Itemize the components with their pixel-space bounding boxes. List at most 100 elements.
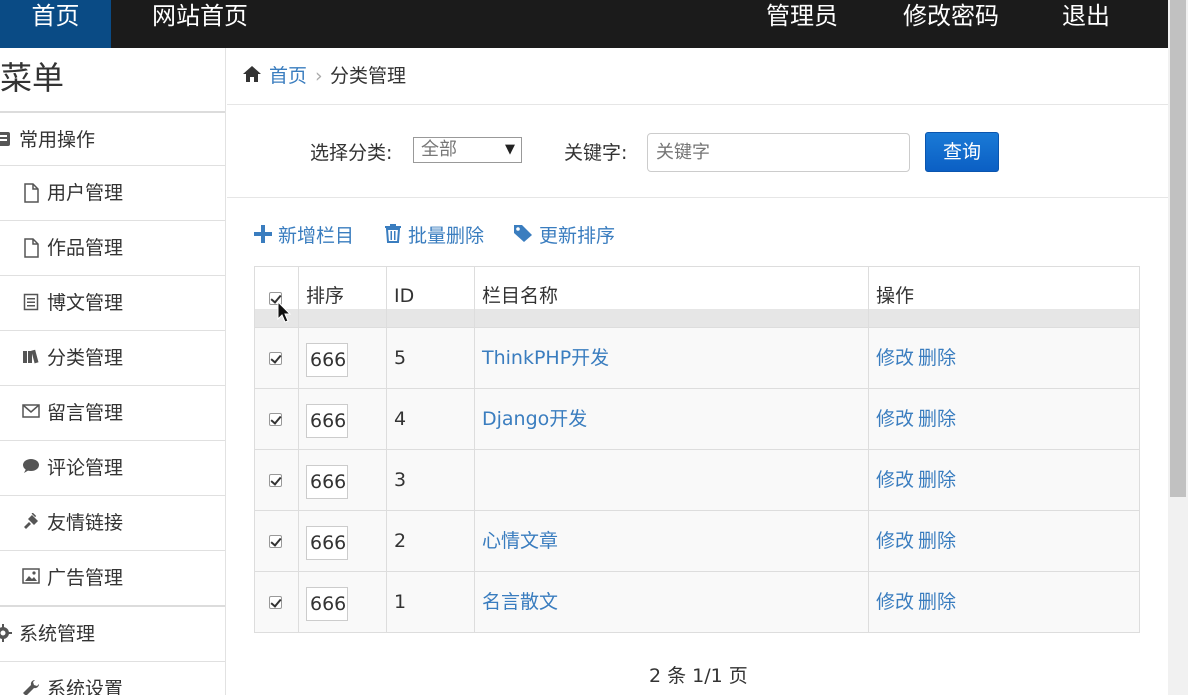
sidebar-item-comments[interactable]: 评论管理: [0, 440, 225, 495]
sort-cell: 666: [299, 328, 387, 388]
breadcrumb-current: 分类管理: [330, 65, 407, 87]
nav-home[interactable]: 首页: [0, 0, 111, 48]
edit-link[interactable]: 修改: [876, 347, 914, 369]
batch-delete-label: 批量删除: [408, 225, 485, 247]
sort-input[interactable]: 666: [306, 404, 348, 438]
page-scrollbar[interactable]: [1168, 0, 1188, 695]
sidebar-item-works[interactable]: 作品管理: [0, 220, 225, 275]
name-cell: 心情文章: [475, 511, 869, 571]
sidebar-item-label: 用户管理: [47, 182, 124, 204]
delete-link[interactable]: 删除: [918, 591, 956, 613]
category-select[interactable]: 全部 ▼: [413, 137, 522, 163]
row-name-link[interactable]: 名言散文: [482, 589, 558, 615]
comment-icon: [22, 458, 40, 478]
delete-link[interactable]: 删除: [918, 530, 956, 552]
edit-link[interactable]: 修改: [876, 408, 914, 430]
row-id: 4: [394, 408, 407, 430]
sidebar-item-label: 评论管理: [47, 457, 124, 479]
row-name-link[interactable]: ThinkPHP开发: [482, 345, 609, 371]
row-checkbox[interactable]: [269, 352, 282, 365]
delete-link[interactable]: 删除: [918, 408, 956, 430]
sidebar-item-label: 留言管理: [47, 402, 124, 424]
row-name-link[interactable]: Django开发: [482, 406, 587, 432]
sidebar-title: 菜单: [0, 59, 65, 97]
sort-input[interactable]: 666: [306, 526, 348, 560]
sort-cell: 666: [299, 389, 387, 449]
row-checkbox[interactable]: [269, 535, 282, 548]
row-id: 5: [394, 347, 407, 369]
update-sort-label: 更新排序: [539, 225, 616, 247]
row-checkbox-cell: [255, 389, 299, 449]
sort-cell: 666: [299, 572, 387, 632]
edit-link[interactable]: 修改: [876, 530, 914, 552]
sidebar-item-categories[interactable]: 分类管理: [0, 330, 225, 385]
sidebar-item-links[interactable]: 友情链接: [0, 495, 225, 550]
grid-icon: [0, 130, 12, 150]
batch-delete-button[interactable]: 批量删除: [384, 223, 484, 250]
row-checkbox-cell: [255, 328, 299, 388]
table-header-row: 排序 ID 栏目名称 操作: [255, 267, 1139, 328]
home-icon: [242, 65, 262, 85]
id-cell: 2: [387, 511, 475, 571]
edit-link[interactable]: 修改: [876, 591, 914, 613]
id-cell: 5: [387, 328, 475, 388]
gear-icon: [0, 624, 12, 644]
sidebar-item-posts[interactable]: 博文管理: [0, 275, 225, 330]
row-checkbox-cell: [255, 450, 299, 510]
breadcrumb-home-link[interactable]: 首页: [269, 63, 307, 89]
header-cell: ID: [387, 267, 475, 327]
actions-cell: 修改 删除: [869, 389, 1139, 449]
header-cell: 栏目名称: [475, 267, 869, 327]
sidebar-item-messages[interactable]: 留言管理: [0, 385, 225, 440]
plug-icon: [22, 512, 40, 533]
scrollbar-thumb[interactable]: [1170, 0, 1186, 497]
header-sort: 排序: [306, 285, 345, 307]
sidebar-group-system[interactable]: 系统管理: [0, 605, 225, 660]
name-cell: [475, 450, 869, 510]
row-checkbox-cell: [255, 511, 299, 571]
actions-cell: 修改 删除: [869, 572, 1139, 632]
nav-site-home[interactable]: 网站首页: [152, 0, 248, 48]
sidebar-group-label: 常用操作: [19, 129, 96, 151]
sidebar-item-ads[interactable]: 广告管理: [0, 550, 225, 605]
sidebar-group-common[interactable]: 常用操作: [0, 111, 225, 166]
row-checkbox[interactable]: [269, 596, 282, 609]
sidebar-item-label: 广告管理: [47, 567, 124, 589]
add-column-label: 新增栏目: [278, 225, 355, 247]
header-cell: 排序: [299, 267, 387, 327]
id-cell: 4: [387, 389, 475, 449]
name-cell: ThinkPHP开发: [475, 328, 869, 388]
row-checkbox[interactable]: [269, 413, 282, 426]
sidebar: 菜单 常用操作 用户管理 作品管理 博文管理 分类管理 留言管理 评论管理 友情…: [0, 48, 226, 695]
books-icon: [22, 348, 40, 368]
nav-change-password[interactable]: 修改密码: [903, 0, 999, 48]
sort-input[interactable]: 666: [306, 587, 348, 621]
category-table: 排序 ID 栏目名称 操作 666 5 ThinkPHP开发 修改 删除 666 …: [254, 266, 1140, 633]
sort-input[interactable]: 666: [306, 465, 348, 499]
dropdown-arrow-icon: ▼: [505, 142, 515, 157]
actions-cell: 修改 删除: [869, 328, 1139, 388]
file-icon: [22, 238, 40, 258]
sidebar-item-label: 作品管理: [47, 237, 124, 259]
keyword-input[interactable]: [647, 133, 910, 172]
row-checkbox[interactable]: [269, 474, 282, 487]
query-button[interactable]: 查询: [925, 132, 999, 172]
edit-link[interactable]: 修改: [876, 469, 914, 491]
sort-cell: 666: [299, 450, 387, 510]
nav-admin[interactable]: 管理员: [766, 0, 838, 48]
delete-link[interactable]: 删除: [918, 347, 956, 369]
row-name-link[interactable]: 心情文章: [482, 528, 558, 554]
sidebar-group-label: 系统管理: [19, 623, 96, 645]
update-sort-button[interactable]: 更新排序: [513, 223, 615, 250]
add-column-button[interactable]: 新增栏目: [254, 223, 354, 250]
name-cell: 名言散文: [475, 572, 869, 632]
table-row: 666 2 心情文章 修改 删除: [255, 511, 1139, 572]
sort-input[interactable]: 666: [306, 343, 348, 377]
action-toolbar: 新增栏目 批量删除 更新排序: [227, 218, 1168, 258]
nav-logout[interactable]: 退出: [1062, 0, 1110, 48]
delete-link[interactable]: 删除: [918, 469, 956, 491]
sidebar-item-label: 博文管理: [47, 292, 124, 314]
sidebar-item-users[interactable]: 用户管理: [0, 165, 225, 220]
sidebar-item-settings[interactable]: 系统设置: [0, 661, 225, 695]
header-name: 栏目名称: [482, 285, 559, 307]
